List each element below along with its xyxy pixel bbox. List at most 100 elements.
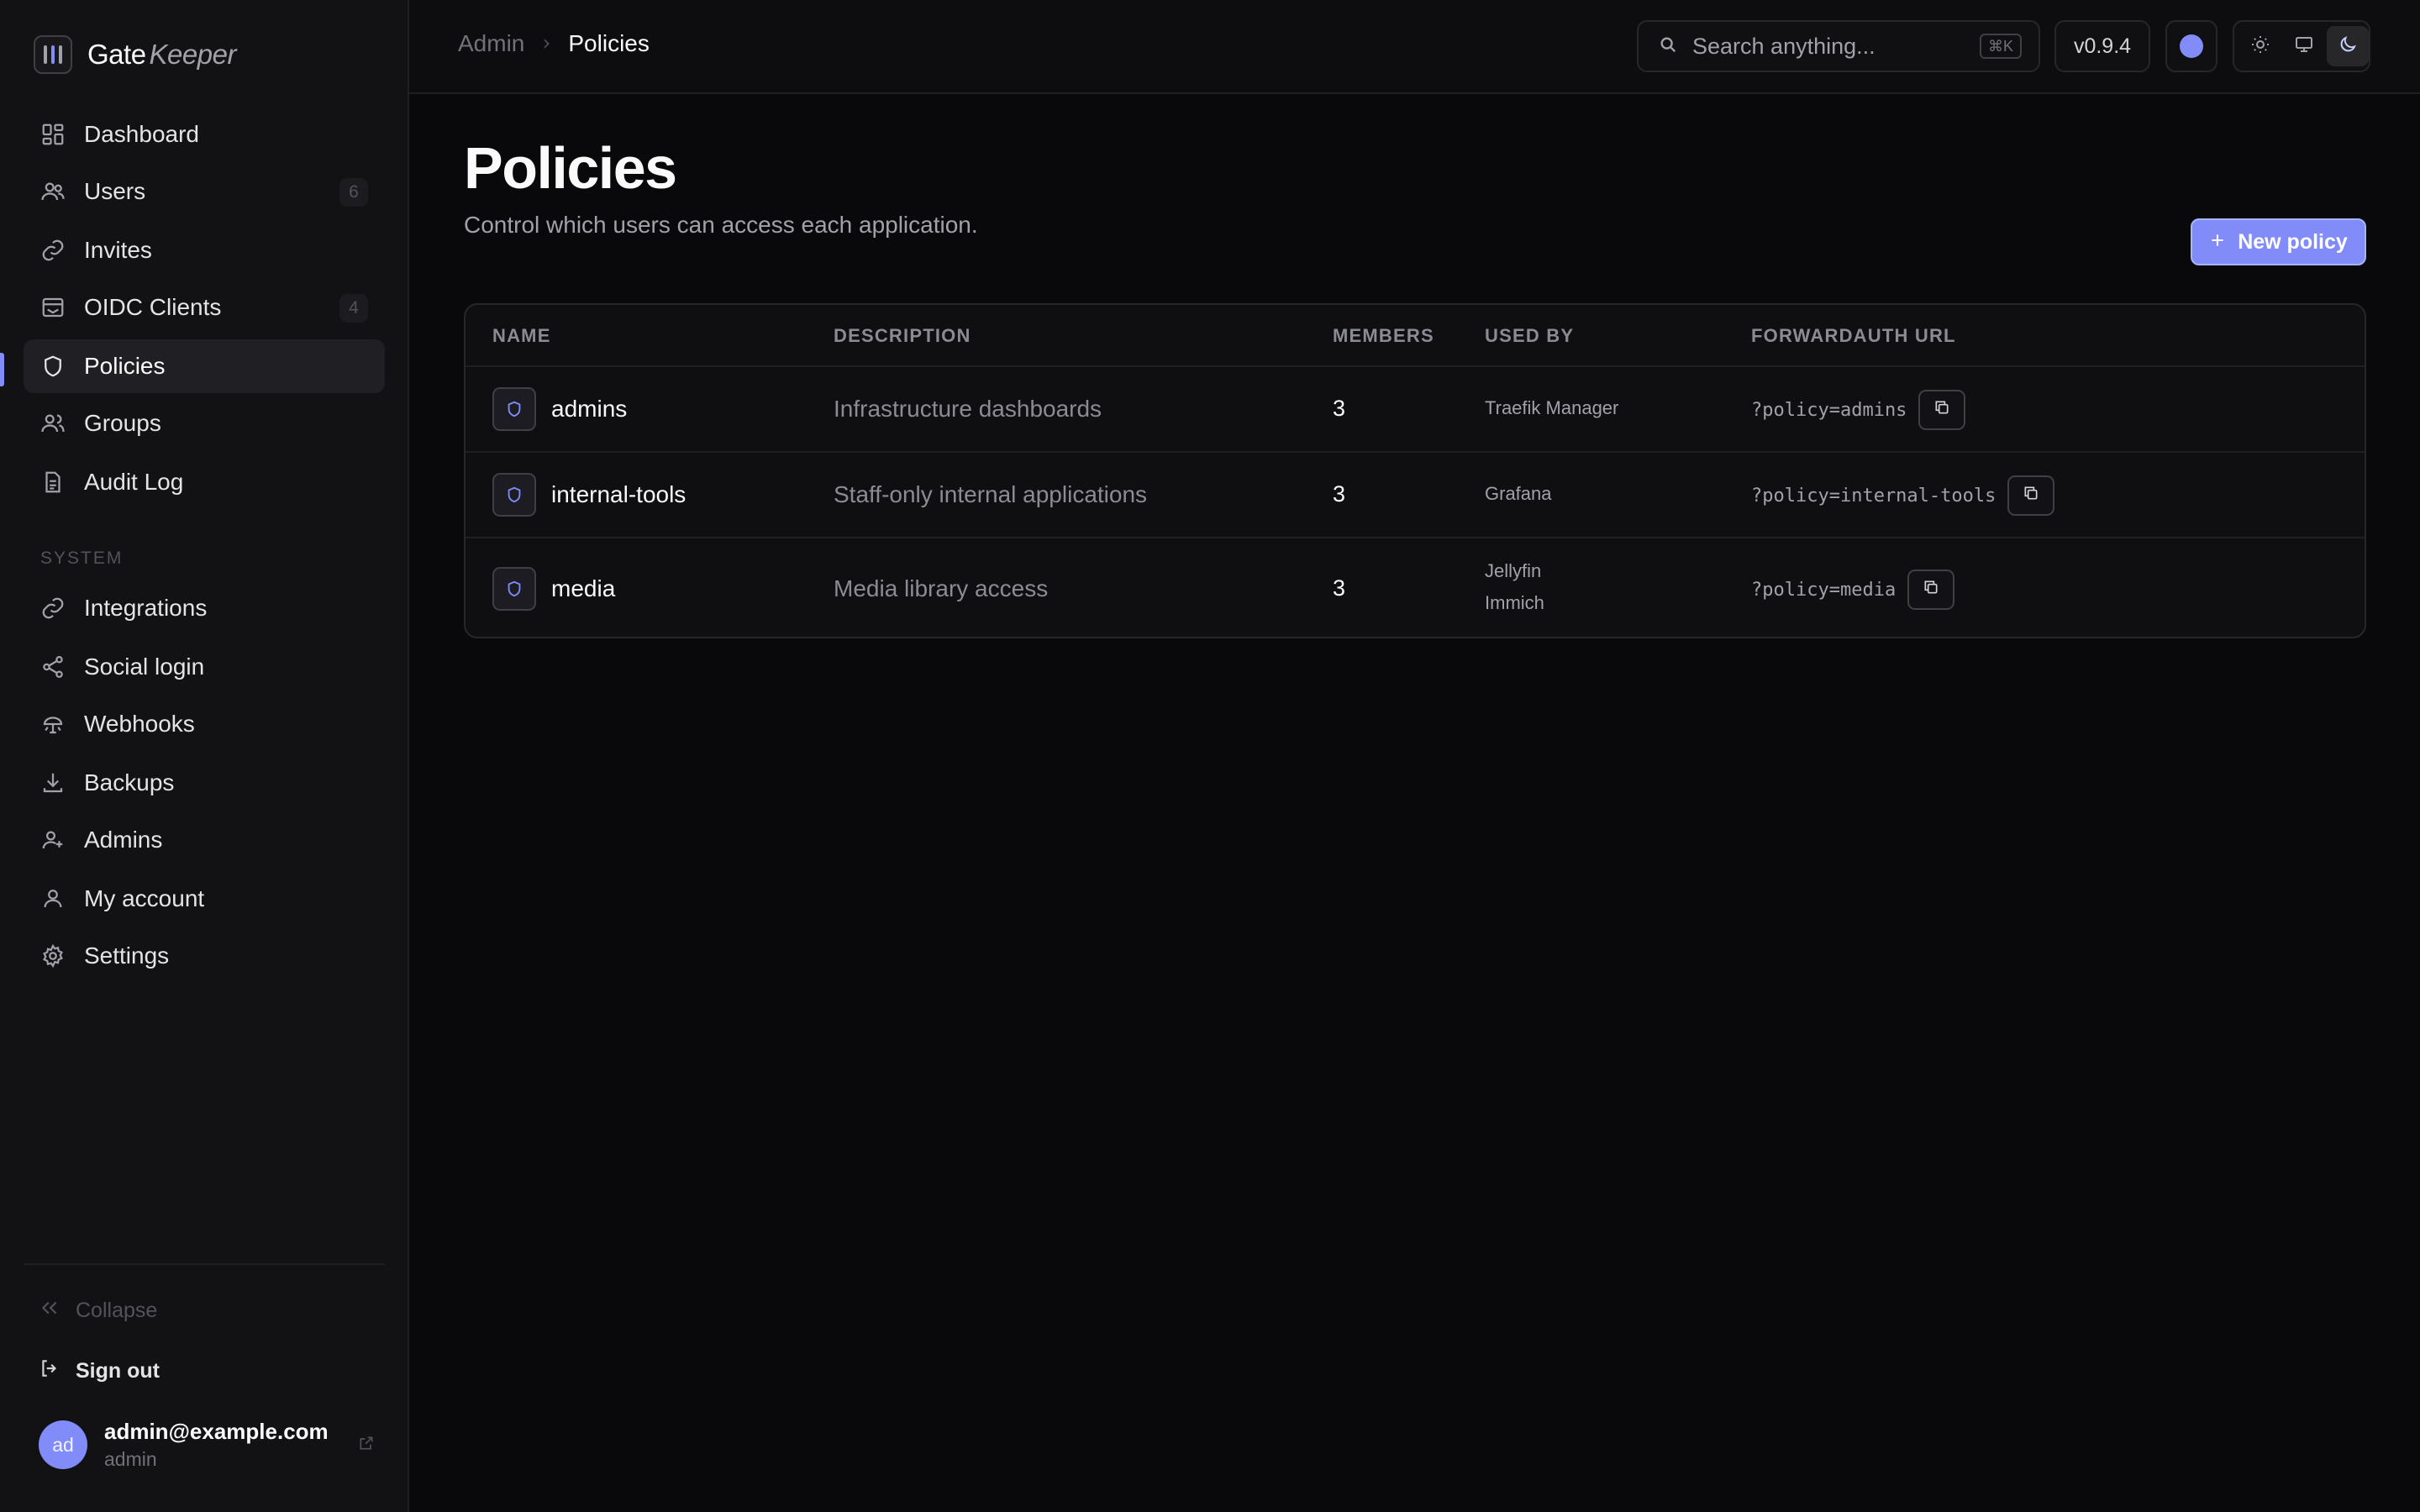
sidebar-item-label: My account bbox=[84, 885, 205, 911]
sidebar-item-label: OIDC Clients bbox=[84, 294, 222, 320]
sidebar-item-social-login[interactable]: Social login bbox=[24, 640, 385, 694]
version-badge[interactable]: v0.9.4 bbox=[2054, 20, 2150, 72]
user-icon bbox=[40, 886, 66, 911]
policy-members: 3 bbox=[1333, 396, 1346, 421]
copy-icon bbox=[1933, 399, 1950, 421]
sidebar-item-label: Admins bbox=[84, 827, 163, 853]
user-profile[interactable]: ad admin@example.com admin bbox=[39, 1419, 375, 1470]
keyboard-shortcut: ⌘K bbox=[1979, 34, 2022, 59]
accent-color-button[interactable] bbox=[2165, 20, 2217, 72]
page-subtitle: Control which users can access each appl… bbox=[464, 212, 978, 238]
sign-out-label: Sign out bbox=[76, 1359, 160, 1383]
gear-icon bbox=[40, 943, 66, 969]
plus-icon bbox=[2209, 230, 2226, 255]
user-email: admin@example.com bbox=[104, 1419, 329, 1444]
sun-icon bbox=[2250, 34, 2270, 59]
collapse-label: Collapse bbox=[76, 1299, 158, 1322]
column-header-used-by[interactable]: USED BY bbox=[1485, 325, 1574, 347]
collapse-button[interactable]: Collapse bbox=[39, 1297, 157, 1325]
sidebar-item-webhooks[interactable]: Webhooks bbox=[24, 697, 385, 751]
policies-table: NAME DESCRIPTION MEMBERS USED BY FORWARD… bbox=[464, 303, 2366, 638]
brand[interactable]: Gate Keeper bbox=[34, 35, 236, 74]
column-header-members[interactable]: MEMBERS bbox=[1333, 325, 1434, 347]
sidebar-item-settings[interactable]: Settings bbox=[24, 929, 385, 983]
shield-icon bbox=[492, 387, 536, 431]
logout-icon bbox=[39, 1357, 60, 1385]
document-icon bbox=[40, 470, 66, 495]
copy-icon bbox=[2023, 485, 2039, 507]
copy-button[interactable] bbox=[1918, 390, 1966, 430]
monitor-icon bbox=[2294, 34, 2314, 59]
column-header-name[interactable]: NAME bbox=[492, 325, 551, 347]
copy-button[interactable] bbox=[1907, 570, 1955, 610]
external-link-icon[interactable] bbox=[358, 1435, 375, 1456]
theme-dark-button[interactable] bbox=[2327, 26, 2369, 66]
link-icon bbox=[40, 596, 66, 621]
sidebar-item-label: Groups bbox=[84, 410, 161, 436]
users-icon bbox=[40, 179, 66, 204]
policy-name[interactable]: media bbox=[551, 575, 615, 602]
sidebar: Gate Keeper Dashboard Users 6 Invites OID… bbox=[0, 0, 409, 1512]
sidebar-item-policies[interactable]: Policies bbox=[24, 339, 385, 393]
policy-name[interactable]: internal-tools bbox=[551, 481, 686, 508]
policy-used-by: Grafana bbox=[1485, 483, 1552, 504]
used-by-app: Jellyfin bbox=[1485, 560, 1542, 581]
theme-light-button[interactable] bbox=[2239, 26, 2281, 66]
color-dot-icon bbox=[2180, 34, 2203, 58]
count-badge: 6 bbox=[339, 178, 368, 207]
active-indicator bbox=[0, 353, 4, 386]
user-role: admin bbox=[104, 1448, 157, 1470]
column-header-forwardauth-url[interactable]: FORWARDAUTH URL bbox=[1751, 325, 1956, 347]
moon-icon bbox=[2338, 34, 2358, 59]
sidebar-item-dashboard[interactable]: Dashboard bbox=[24, 108, 385, 161]
column-header-description[interactable]: DESCRIPTION bbox=[834, 325, 971, 347]
brand-name: Gate Keeper bbox=[87, 39, 236, 70]
section-label-system: SYSTEM bbox=[40, 549, 124, 568]
sidebar-item-label: Audit Log bbox=[84, 469, 184, 495]
sidebar-item-groups[interactable]: Groups bbox=[24, 396, 385, 450]
policy-used-by: Jellyfin Immich bbox=[1485, 555, 1544, 619]
forwardauth-url: ?policy=admins bbox=[1751, 390, 1966, 430]
sidebar-item-users[interactable]: Users 6 bbox=[24, 165, 385, 218]
policy-members: 3 bbox=[1333, 481, 1346, 507]
forwardauth-url-text: ?policy=internal-tools bbox=[1751, 485, 1996, 507]
sidebar-item-label: Social login bbox=[84, 654, 205, 680]
search-input[interactable]: Search anything... ⌘K bbox=[1637, 20, 2040, 72]
chevrons-left-icon bbox=[39, 1297, 60, 1325]
sidebar-item-admins[interactable]: Admins bbox=[24, 813, 385, 867]
download-icon bbox=[40, 770, 66, 795]
sidebar-item-audit-log[interactable]: Audit Log bbox=[24, 455, 385, 509]
forwardauth-url-text: ?policy=media bbox=[1751, 579, 1897, 601]
shield-icon bbox=[40, 354, 66, 379]
forwardauth-url-text: ?policy=admins bbox=[1751, 399, 1907, 421]
table-row[interactable]: admins Infrastructure dashboards 3 Traef… bbox=[466, 367, 2365, 453]
policy-used-by: Traefik Manager bbox=[1485, 397, 1619, 418]
breadcrumb: Admin Policies bbox=[458, 30, 650, 57]
sidebar-item-label: Policies bbox=[84, 353, 166, 379]
sidebar-item-my-account[interactable]: My account bbox=[24, 872, 385, 926]
table-row[interactable]: media Media library access 3 Jellyfin Im… bbox=[466, 538, 2365, 637]
sidebar-item-invites[interactable]: Invites bbox=[24, 223, 385, 277]
user-plus-icon bbox=[40, 827, 66, 853]
sidebar-item-integrations[interactable]: Integrations bbox=[24, 581, 385, 635]
search-icon bbox=[1659, 35, 1677, 58]
breadcrumb-admin[interactable]: Admin bbox=[458, 30, 524, 57]
sidebar-item-label: Invites bbox=[84, 237, 152, 263]
theme-system-button[interactable] bbox=[2283, 26, 2325, 66]
table-row[interactable]: internal-tools Staff-only internal appli… bbox=[466, 453, 2365, 538]
sidebar-item-backups[interactable]: Backups bbox=[24, 756, 385, 810]
sidebar-item-oidc-clients[interactable]: OIDC Clients 4 bbox=[24, 281, 385, 334]
brand-logo-icon bbox=[34, 35, 72, 74]
copy-icon bbox=[1923, 579, 1939, 601]
table-header: NAME DESCRIPTION MEMBERS USED BY FORWARD… bbox=[466, 305, 2365, 367]
new-policy-button[interactable]: New policy bbox=[2191, 218, 2366, 265]
link-icon bbox=[40, 238, 66, 263]
used-by-app: Immich bbox=[1485, 592, 1544, 613]
copy-button[interactable] bbox=[2007, 475, 2055, 516]
new-policy-label: New policy bbox=[2238, 229, 2348, 254]
theme-switcher bbox=[2233, 20, 2370, 72]
policy-name[interactable]: admins bbox=[551, 396, 627, 423]
shield-icon bbox=[492, 567, 536, 611]
groups-icon bbox=[40, 411, 66, 436]
sign-out-button[interactable]: Sign out bbox=[39, 1357, 160, 1385]
